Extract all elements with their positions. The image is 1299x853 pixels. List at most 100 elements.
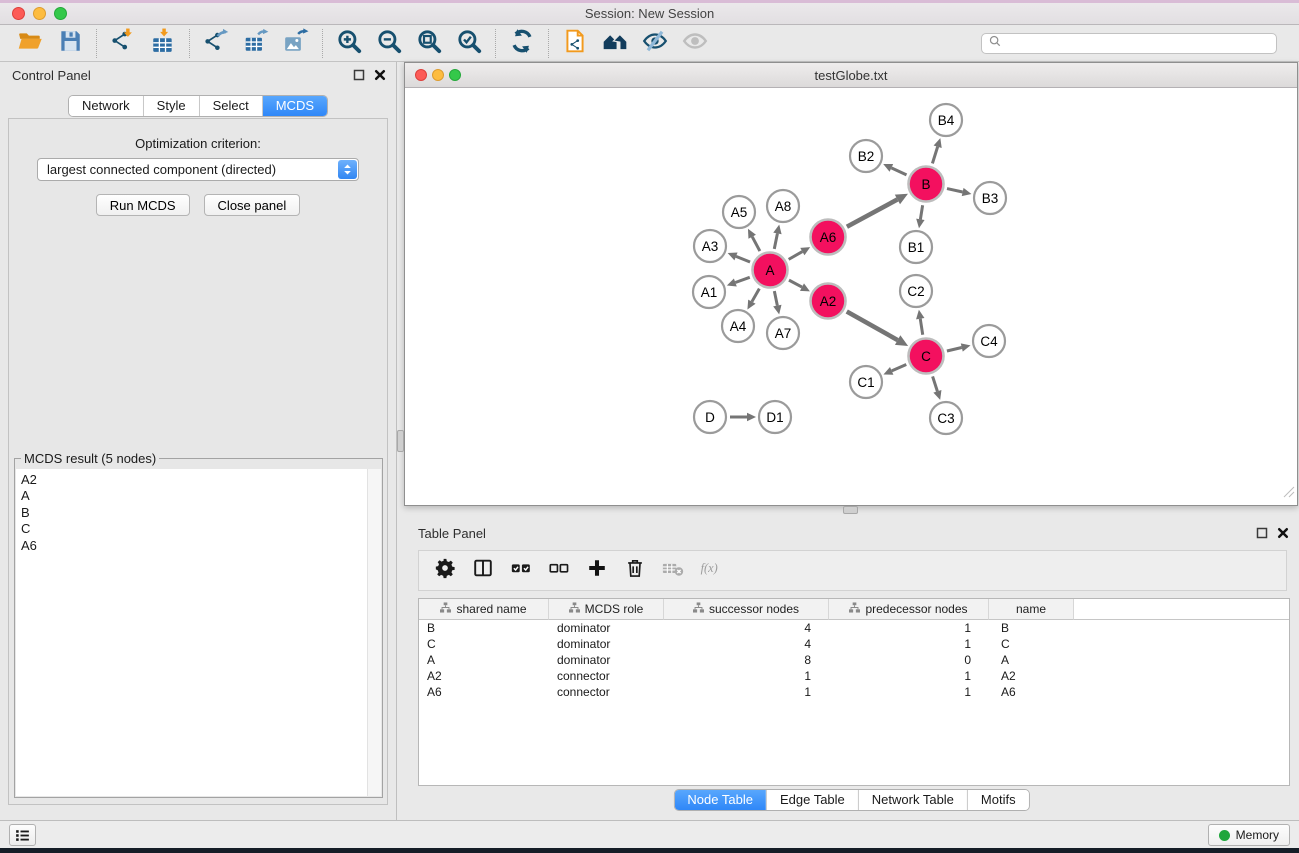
deselect-all-button[interactable] bbox=[543, 555, 574, 586]
delete-column-button[interactable] bbox=[619, 555, 650, 586]
table-cell[interactable]: C bbox=[989, 636, 1074, 652]
search-box[interactable] bbox=[981, 33, 1277, 54]
open-file-button[interactable] bbox=[10, 28, 50, 59]
table-row[interactable]: Cdominator41C bbox=[419, 636, 1289, 652]
graph-edge-A-A1[interactable] bbox=[735, 277, 749, 282]
export-image-button[interactable] bbox=[276, 28, 316, 59]
horizontal-splitter-handle[interactable] bbox=[843, 506, 858, 514]
graph-edge-A6-B[interactable] bbox=[847, 199, 898, 226]
float-panel-icon[interactable] bbox=[1256, 527, 1268, 539]
table-row[interactable]: Adominator80A bbox=[419, 652, 1289, 668]
memory-button[interactable]: Memory bbox=[1208, 824, 1290, 846]
table-cell[interactable]: 8 bbox=[664, 652, 829, 668]
table-cell[interactable]: B bbox=[989, 620, 1074, 636]
network-canvas[interactable]: AA1A2A3A4A5A6A7A8BB1B2B3B4CC1C2C3C4DD1 bbox=[405, 89, 1297, 505]
table-cell[interactable]: 1 bbox=[664, 668, 829, 684]
column-header-MCDS-role[interactable]: MCDS role bbox=[549, 599, 664, 620]
table-cell[interactable]: connector bbox=[549, 684, 664, 700]
column-header-predecessor-nodes[interactable]: predecessor nodes bbox=[829, 599, 989, 620]
table-settings-button[interactable] bbox=[429, 555, 460, 586]
run-mcds-button[interactable]: Run MCDS bbox=[96, 194, 190, 216]
graph-edge-C-C2[interactable] bbox=[920, 319, 922, 335]
column-header-name[interactable]: name bbox=[989, 599, 1074, 620]
table-cell[interactable]: dominator bbox=[549, 652, 664, 668]
table-row[interactable]: Bdominator41B bbox=[419, 620, 1289, 636]
save-session-button[interactable] bbox=[50, 28, 90, 59]
graph-edge-C-C1[interactable] bbox=[892, 365, 907, 371]
column-header-successor-nodes[interactable]: successor nodes bbox=[664, 599, 829, 620]
import-network-button[interactable] bbox=[103, 28, 143, 59]
graph-edge-C-C4[interactable] bbox=[947, 347, 962, 351]
mcds-result-item[interactable]: C bbox=[21, 521, 381, 537]
table-cell[interactable]: B bbox=[419, 620, 549, 636]
select-all-button[interactable] bbox=[505, 555, 536, 586]
graph-edge-A-A5[interactable] bbox=[752, 237, 760, 251]
table-cell[interactable]: A6 bbox=[989, 684, 1074, 700]
table-cell[interactable]: 1 bbox=[829, 620, 989, 636]
mcds-result-item[interactable]: B bbox=[21, 505, 381, 521]
table-cell[interactable]: A bbox=[989, 652, 1074, 668]
network-from-file-button[interactable] bbox=[555, 28, 595, 59]
tab-network[interactable]: Network bbox=[69, 96, 143, 116]
export-table-button[interactable] bbox=[236, 28, 276, 59]
graph-edge-A-A3[interactable] bbox=[736, 256, 750, 262]
close-panel-button[interactable]: Close panel bbox=[204, 194, 301, 216]
close-panel-icon[interactable] bbox=[1277, 527, 1289, 539]
graph-edge-A-A8[interactable] bbox=[774, 233, 777, 248]
table-cell[interactable]: 1 bbox=[829, 668, 989, 684]
hide-graphics-details-button[interactable] bbox=[635, 28, 675, 59]
show-task-history-button[interactable] bbox=[9, 824, 36, 846]
graph-edge-A-A7[interactable] bbox=[774, 291, 777, 306]
table-cell[interactable]: 0 bbox=[829, 652, 989, 668]
table-cell[interactable]: A6 bbox=[419, 684, 549, 700]
graph-edge-A-A2[interactable] bbox=[789, 280, 802, 287]
mcds-result-item[interactable]: A2 bbox=[21, 472, 381, 488]
export-network-button[interactable] bbox=[196, 28, 236, 59]
table-cell[interactable]: 1 bbox=[829, 636, 989, 652]
tab-select[interactable]: Select bbox=[199, 96, 262, 116]
graph-edge-A-A4[interactable] bbox=[752, 289, 759, 302]
graph-edge-C-C3[interactable] bbox=[933, 376, 938, 391]
vertical-splitter-handle[interactable] bbox=[397, 430, 404, 452]
table-cell[interactable]: 4 bbox=[664, 620, 829, 636]
table-cell[interactable]: A bbox=[419, 652, 549, 668]
graph-edge-B-B1[interactable] bbox=[920, 205, 922, 219]
table-row[interactable]: A2connector11A2 bbox=[419, 668, 1289, 684]
zoom-fit-button[interactable] bbox=[409, 28, 449, 59]
graph-edge-B-B4[interactable] bbox=[932, 147, 937, 164]
graph-edge-B-B3[interactable] bbox=[947, 189, 963, 192]
column-header-shared-name[interactable]: shared name bbox=[419, 599, 549, 620]
graph-edge-A2-C[interactable] bbox=[847, 312, 898, 341]
tab-motifs[interactable]: Motifs bbox=[967, 790, 1029, 810]
table-cell[interactable]: 4 bbox=[664, 636, 829, 652]
add-column-button[interactable] bbox=[581, 555, 612, 586]
graph-edge-B-B2[interactable] bbox=[891, 168, 906, 175]
table-cell[interactable]: 1 bbox=[664, 684, 829, 700]
result-list-scrollbar[interactable] bbox=[367, 469, 381, 796]
table-cell[interactable]: 1 bbox=[829, 684, 989, 700]
table-cell[interactable]: connector bbox=[549, 668, 664, 684]
tab-node-table[interactable]: Node Table bbox=[674, 790, 766, 810]
zoom-out-button[interactable] bbox=[369, 28, 409, 59]
tab-edge-table[interactable]: Edge Table bbox=[766, 790, 858, 810]
import-table-button[interactable] bbox=[143, 28, 183, 59]
table-cell[interactable]: A2 bbox=[419, 668, 549, 684]
tab-style[interactable]: Style bbox=[143, 96, 199, 116]
table-cell[interactable]: C bbox=[419, 636, 549, 652]
search-input[interactable] bbox=[1006, 36, 1270, 50]
table-cell[interactable]: A2 bbox=[989, 668, 1074, 684]
tab-mcds[interactable]: MCDS bbox=[262, 96, 327, 116]
refresh-button[interactable] bbox=[502, 28, 542, 59]
zoom-in-button[interactable] bbox=[329, 28, 369, 59]
table-cell[interactable]: dominator bbox=[549, 636, 664, 652]
zoom-selected-button[interactable] bbox=[449, 28, 489, 59]
show-columns-button[interactable] bbox=[467, 555, 498, 586]
tab-network-table[interactable]: Network Table bbox=[858, 790, 967, 810]
mcds-result-item[interactable]: A6 bbox=[21, 538, 381, 554]
mcds-result-list[interactable]: A2ABCA6 bbox=[16, 469, 381, 796]
table-row[interactable]: A6connector11A6 bbox=[419, 684, 1289, 700]
home-button[interactable] bbox=[595, 28, 635, 59]
criterion-dropdown[interactable]: largest connected component (directed) bbox=[37, 158, 359, 181]
graph-edge-A-A6[interactable] bbox=[789, 252, 803, 260]
mcds-result-item[interactable]: A bbox=[21, 488, 381, 504]
